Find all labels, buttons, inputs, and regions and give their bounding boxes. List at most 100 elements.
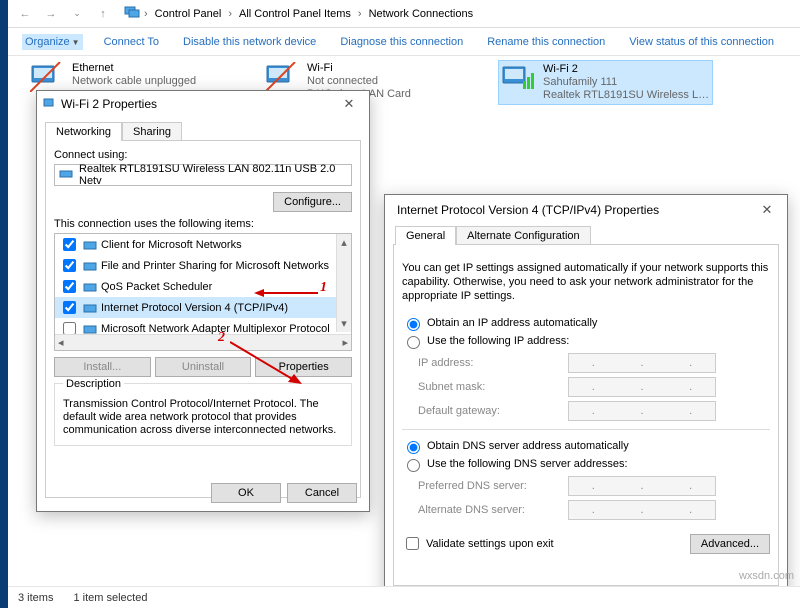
network-item[interactable]: Client for Microsoft Networks — [55, 234, 351, 255]
component-icon — [83, 280, 97, 294]
organize-menu[interactable]: Organize▼ — [22, 34, 83, 50]
tabs: General Alternate Configuration — [385, 225, 787, 244]
network-icon — [43, 96, 57, 113]
field-ip: IP address:... — [418, 353, 770, 373]
dialog-title: Internet Protocol Version 4 (TCP/IPv4) P… — [391, 203, 753, 217]
radio-auto-ip[interactable]: Obtain an IP address automatically — [402, 315, 770, 331]
gateway-input[interactable]: ... — [568, 401, 716, 421]
network-icon — [124, 5, 140, 22]
command-bar: Organize▼ Connect To Disable this networ… — [8, 28, 800, 56]
diagnose-button[interactable]: Diagnose this connection — [337, 34, 466, 50]
ipv4-properties-dialog: Internet Protocol Version 4 (TCP/IPv4) P… — [384, 194, 788, 604]
chevron-left-icon: ◂ — [58, 336, 64, 349]
field-gateway: Default gateway:... — [418, 401, 770, 421]
network-item[interactable]: Internet Protocol Version 4 (TCP/IPv4) — [55, 297, 351, 318]
explorer-navbar: ← → ⌄ ↑ › Control Panel › All Control Pa… — [8, 0, 800, 28]
rename-button[interactable]: Rename this connection — [484, 34, 608, 50]
field-mask: Subnet mask:... — [418, 377, 770, 397]
selected-count: 1 item selected — [73, 592, 147, 604]
adapter-name: Realtek RTL8191SU Wireless LAN 802.11n U… — [79, 163, 347, 187]
status-bar: 3 items 1 item selected — [8, 586, 800, 608]
connection-status: Network cable unplugged — [72, 75, 196, 88]
tab-alternate[interactable]: Alternate Configuration — [456, 226, 591, 245]
wifi-icon — [265, 62, 301, 92]
item-label: QoS Packet Scheduler — [101, 281, 212, 293]
tab-body: Connect using: Realtek RTL8191SU Wireles… — [45, 140, 361, 498]
close-button[interactable]: ✕ — [335, 96, 363, 112]
connection-item-wifi2[interactable]: Wi-Fi 2 Sahufamily 111 Realtek RTL8191SU… — [498, 60, 713, 105]
item-label: Microsoft Network Adapter Multiplexor Pr… — [101, 323, 330, 335]
component-icon — [83, 301, 97, 315]
close-button[interactable]: ✕ — [753, 202, 781, 218]
chevron-right-icon: › — [358, 8, 362, 20]
network-item[interactable]: File and Printer Sharing for Microsoft N… — [55, 255, 351, 276]
connection-name: Wi-Fi 2 — [543, 63, 713, 76]
advanced-button[interactable]: Advanced... — [690, 534, 770, 554]
item-checkbox[interactable] — [63, 301, 76, 314]
radio-use-dns[interactable]: Use the following DNS server addresses: — [402, 456, 770, 472]
breadcrumb[interactable]: All Control Panel Items — [236, 7, 354, 21]
breadcrumb[interactable]: Control Panel — [152, 7, 225, 21]
scrollbar-horizontal[interactable]: ◂▸ — [55, 334, 351, 350]
item-checkbox[interactable] — [63, 259, 76, 272]
radio-use-ip[interactable]: Use the following IP address: — [402, 333, 770, 349]
item-label: File and Printer Sharing for Microsoft N… — [101, 260, 329, 272]
network-items-list[interactable]: Client for Microsoft Networks File and Pr… — [54, 233, 352, 351]
cancel-button[interactable]: Cancel — [287, 483, 357, 503]
adapter-field[interactable]: Realtek RTL8191SU Wireless LAN 802.11n U… — [54, 164, 352, 186]
tab-sharing[interactable]: Sharing — [122, 122, 182, 141]
wifi-properties-dialog: Wi-Fi 2 Properties ✕ Networking Sharing … — [36, 90, 370, 512]
ethernet-icon — [30, 62, 66, 92]
wifi-icon — [501, 63, 537, 93]
properties-button[interactable]: Properties — [255, 357, 352, 377]
address-bar[interactable]: › Control Panel › All Control Panel Item… — [122, 3, 794, 24]
description-label: Description — [63, 378, 124, 390]
uninstall-button[interactable]: Uninstall — [155, 357, 252, 377]
item-checkbox[interactable] — [63, 280, 76, 293]
back-button[interactable]: ← — [14, 3, 36, 25]
disable-device-button[interactable]: Disable this network device — [180, 34, 319, 50]
breadcrumb[interactable]: Network Connections — [366, 7, 477, 21]
field-dns1: Preferred DNS server:... — [418, 476, 770, 496]
chevron-down-icon: ▼ — [72, 38, 80, 47]
ok-button[interactable]: OK — [211, 483, 281, 503]
chevron-right-icon: ▸ — [342, 336, 348, 349]
dns2-input[interactable]: ... — [568, 500, 716, 520]
recent-dropdown[interactable]: ⌄ — [66, 3, 88, 25]
adapter-icon — [59, 168, 73, 183]
network-item[interactable]: QoS Packet Scheduler — [55, 276, 351, 297]
up-button[interactable]: ↑ — [92, 3, 114, 25]
tab-general[interactable]: General — [395, 226, 456, 245]
item-label: Client for Microsoft Networks — [101, 239, 242, 251]
chevron-right-icon: › — [144, 8, 148, 20]
description-group: Description Transmission Control Protoco… — [54, 383, 352, 446]
connection-status: Sahufamily 111 — [543, 76, 713, 89]
field-dns2: Alternate DNS server:... — [418, 500, 770, 520]
install-button[interactable]: Install... — [54, 357, 151, 377]
scrollbar-vertical[interactable]: ▴▾ — [336, 234, 351, 332]
watermark: wxsdn.com — [739, 570, 794, 582]
component-icon — [83, 259, 97, 273]
chevron-down-icon: ▾ — [341, 317, 347, 330]
view-status-button[interactable]: View status of this connection — [626, 34, 777, 50]
mask-input[interactable]: ... — [568, 377, 716, 397]
configure-button[interactable]: Configure... — [273, 192, 352, 212]
dialog-title: Wi-Fi 2 Properties — [61, 97, 335, 111]
chevron-right-icon: › — [228, 8, 232, 20]
connect-using-label: Connect using: — [54, 149, 352, 161]
titlebar[interactable]: Internet Protocol Version 4 (TCP/IPv4) P… — [385, 195, 787, 225]
forward-button[interactable]: → — [40, 3, 62, 25]
item-checkbox[interactable] — [63, 238, 76, 251]
dns1-input[interactable]: ... — [568, 476, 716, 496]
chevron-up-icon: ▴ — [341, 236, 347, 249]
description-text: Transmission Control Protocol/Internet P… — [63, 398, 343, 437]
info-text: You can get IP settings assigned automat… — [402, 261, 770, 303]
titlebar[interactable]: Wi-Fi 2 Properties ✕ — [37, 91, 369, 117]
tab-networking[interactable]: Networking — [45, 122, 122, 141]
validate-checkbox[interactable]: Validate settings upon exit — [402, 534, 554, 553]
ip-input[interactable]: ... — [568, 353, 716, 373]
connect-to-button[interactable]: Connect To — [101, 34, 162, 50]
connection-adapter: Realtek RTL8191SU Wireless LAN ... — [543, 89, 713, 102]
radio-auto-dns[interactable]: Obtain DNS server address automatically — [402, 438, 770, 454]
connection-name: Wi-Fi — [307, 62, 411, 75]
